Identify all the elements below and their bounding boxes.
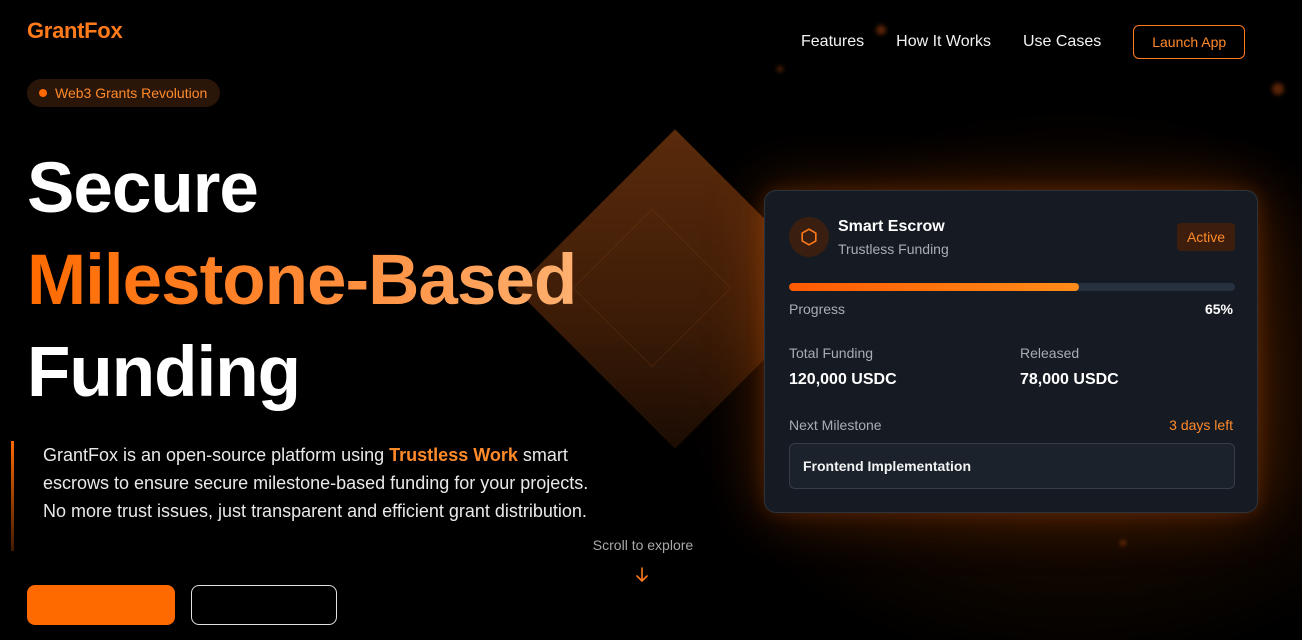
nav-link-how-it-works[interactable]: How It Works [896, 33, 991, 51]
next-milestone-due: 3 days left [1169, 417, 1233, 433]
arrow-down-icon[interactable] [634, 566, 650, 584]
nav-link-features[interactable]: Features [801, 33, 864, 51]
hexagon-icon [801, 228, 817, 246]
progress-bar-fill [789, 283, 1079, 291]
nav-link-use-cases[interactable]: Use Cases [1023, 33, 1101, 51]
headline-line-3: Funding [27, 333, 301, 412]
launch-app-button[interactable]: Launch App [1133, 25, 1246, 59]
background-particle [1120, 540, 1126, 546]
background-particle [1272, 83, 1284, 95]
headline-line-2: Milestone-Based [27, 235, 577, 327]
hero-badge: Web3 Grants Revolution [27, 79, 221, 107]
escrow-subtitle: Trustless Funding [838, 241, 949, 257]
total-funding-label: Total Funding [789, 345, 874, 361]
hero-badge-label: Web3 Grants Revolution [55, 85, 208, 101]
description-accent-bar [11, 441, 14, 551]
progress-label: Progress [789, 301, 846, 317]
total-funding-value: 120,000 USDC [789, 371, 897, 388]
next-milestone-item: Frontend Implementation [789, 443, 1235, 489]
description-text-start: GrantFox is an open-source platform usin… [43, 445, 390, 465]
escrow-title: Smart Escrow [838, 218, 945, 235]
secondary-cta-button[interactable] [191, 585, 337, 625]
badge-dot-icon [39, 89, 47, 97]
released-value: 78,000 USDC [1020, 371, 1119, 388]
progress-bar [789, 283, 1235, 291]
headline-line-1: Secure [27, 149, 259, 228]
released-label: Released [1020, 345, 1080, 361]
next-milestone-label: Next Milestone [789, 417, 882, 433]
primary-cta-button[interactable] [27, 585, 175, 625]
background-particle [777, 66, 783, 72]
escrow-icon-container [789, 217, 829, 257]
status-badge: Active [1177, 223, 1235, 251]
description-highlight: Trustless Work [389, 445, 518, 465]
logo[interactable]: GrantFox [27, 18, 123, 44]
escrow-card: Smart Escrow Trustless Funding Active Pr… [764, 190, 1258, 513]
background-diamond-inner [572, 208, 732, 368]
top-nav: Features How It Works Use Cases Launch A… [801, 25, 1246, 59]
hero-description: GrantFox is an open-source platform usin… [43, 441, 613, 525]
progress-value: 65% [1204, 301, 1233, 317]
hero-headline: Secure Milestone-Based Funding [27, 143, 577, 419]
scroll-hint: Scroll to explore [592, 537, 694, 553]
